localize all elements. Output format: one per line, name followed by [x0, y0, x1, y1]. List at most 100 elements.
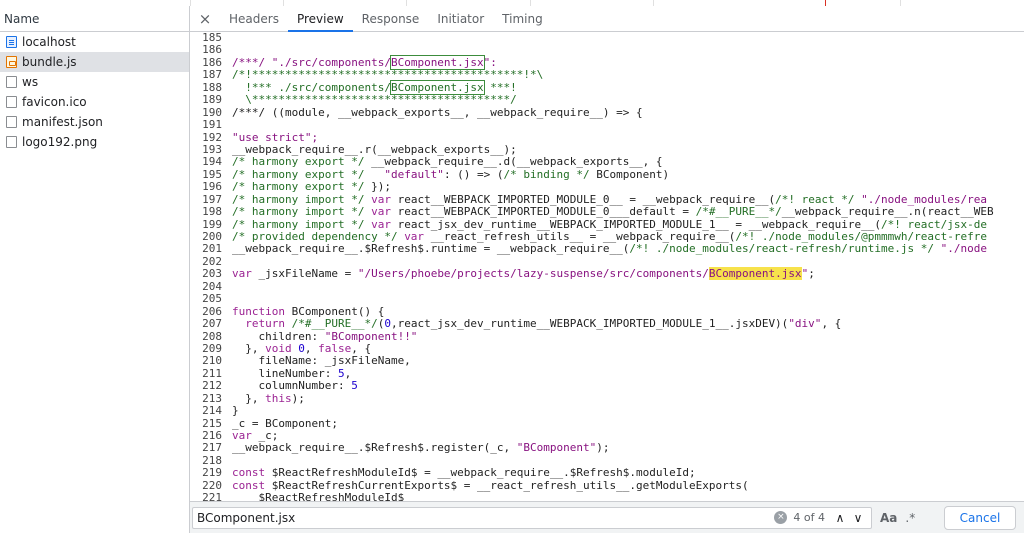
code-line: 213 }, this); [190, 391, 1024, 405]
tab-headers[interactable]: Headers [220, 6, 288, 31]
code-token: 5 [337, 366, 345, 380]
line-number: 203 [202, 267, 222, 281]
code-token: "./node_modules/rea [854, 192, 988, 206]
line-number: 221 [202, 491, 222, 501]
file-icon [6, 96, 17, 108]
line-number: 214 [202, 404, 222, 418]
code-token: __webpack_require__.r(__webpack_exports_… [232, 142, 517, 156]
code-token: children: [232, 329, 325, 343]
code-token: var [232, 429, 259, 442]
code-token: } [232, 404, 239, 418]
request-row[interactable]: ws [0, 72, 189, 92]
cancel-button[interactable]: Cancel [944, 505, 1016, 530]
code-token: }, [232, 341, 266, 355]
code-token: , { [351, 341, 372, 355]
file-icon [6, 76, 17, 88]
code-token: /*! react/jsx-de [881, 217, 987, 231]
line-number: 189 [202, 93, 222, 107]
code-token: var [404, 230, 431, 243]
code-token: this [265, 391, 292, 405]
line-number: 205 [202, 292, 222, 306]
line-number: 217 [202, 441, 222, 455]
line-number: 194 [202, 155, 222, 169]
code-token: lineNumber: [232, 366, 338, 380]
close-icon[interactable]: × [190, 6, 220, 31]
request-name: favicon.ico [22, 95, 87, 109]
code-token: var [232, 267, 259, 281]
code-token: 5 [351, 379, 358, 393]
regex-toggle[interactable]: .* [905, 511, 915, 525]
request-list-panel: Name localhost bundle.js ws favicon.ico mani… [0, 6, 190, 533]
match-case-toggle[interactable]: Aa [880, 511, 897, 525]
search-input[interactable] [197, 510, 775, 525]
code-token: react_jsx_dev_runtime__WEBPACK_IMPORTED_… [397, 217, 882, 231]
code-token: "./node [934, 242, 987, 256]
code-token: /* provided dependency */ [232, 230, 405, 243]
code-token: "div" [788, 317, 822, 331]
code-line: 201 __webpack_require__.$Refresh$.runtime… [190, 242, 1024, 256]
line-source: }, this); [232, 391, 305, 405]
code-token: var [371, 205, 398, 219]
code-token: ": [483, 55, 497, 69]
code-token: "default" [384, 167, 444, 181]
code-token: ,react_jsx_dev_runtime__WEBPACK_IMPORTED… [390, 317, 789, 331]
code-token: __webpack_require__.$Refresh$.runtime = … [232, 242, 630, 256]
code-token: const [232, 466, 272, 480]
code-token: /* harmony export */ [232, 155, 372, 169]
line-number: 191 [202, 118, 222, 132]
code-token: ); [291, 391, 305, 405]
tab-response[interactable]: Response [353, 6, 429, 31]
code-line: 215 _c = BComponent; [190, 417, 1024, 430]
request-name: ws [22, 75, 39, 89]
clear-search-icon[interactable]: × [774, 511, 788, 524]
code-token: /*! react */ [775, 192, 855, 206]
code-token: , { [821, 317, 842, 331]
request-name: manifest.json [22, 115, 103, 129]
code-token: 0 [298, 341, 305, 355]
previous-match-button[interactable]: ∧ [831, 509, 849, 527]
line-number: 201 [202, 242, 222, 256]
preview-code-view[interactable]: 185 186 186/***/ "./src/components/BCompon… [190, 32, 1024, 501]
code-line: 204 [190, 280, 1024, 293]
request-row[interactable]: localhost [0, 32, 189, 52]
code-token: /* harmony import */ [232, 217, 372, 231]
request-row[interactable]: manifest.json [0, 112, 189, 132]
code-token: /* binding */ [503, 167, 590, 181]
search-match: BComponent.jsx [389, 79, 485, 95]
code-token: __react_refresh_utils__ = __webpack_requ… [430, 230, 736, 243]
code-token: "BComponent" [516, 441, 597, 455]
code-token: , [344, 366, 352, 380]
next-match-button[interactable]: ∨ [849, 509, 867, 527]
tab-timing[interactable]: Timing [493, 6, 552, 31]
file-icon [6, 116, 17, 128]
code-token: _c; [258, 429, 279, 442]
tab-initiator[interactable]: Initiator [428, 6, 493, 31]
tab-preview[interactable]: Preview [287, 6, 353, 32]
code-token: false [318, 341, 352, 355]
line-number: 210 [202, 354, 222, 368]
file-icon [6, 136, 17, 148]
code-token: : () => ( [443, 167, 504, 181]
tab-row: Headers Preview Response Initiator Timing [220, 6, 552, 32]
code-token: /***/ ((module, __webpack_exports__, __w… [232, 105, 643, 119]
line-source: __webpack_require__.$Refresh$.register(_… [232, 442, 610, 454]
name-column-header[interactable]: Name [0, 6, 189, 32]
code-line: 217 __webpack_require__.$Refresh$.registe… [190, 441, 1024, 455]
code-token: $ReactRefreshCurrentExports$ = __react_r… [271, 478, 749, 492]
code-token: 0 [384, 317, 391, 331]
search-box: × 4 of 4 ∧ ∨ [192, 506, 872, 529]
request-name: logo192.png [22, 135, 98, 149]
code-token: return [245, 317, 292, 331]
code-token: __webpack_require__.$Refresh$.register(_… [232, 441, 517, 455]
script-icon [6, 56, 17, 68]
request-name: localhost [22, 35, 76, 49]
code-line: 190/***/ ((module, __webpack_exports__, … [190, 105, 1024, 119]
request-row[interactable]: favicon.ico [0, 92, 189, 112]
request-row[interactable]: logo192.png [0, 132, 189, 152]
code-token: fileName: _jsxFileName, [232, 354, 411, 368]
code-token: ; [808, 267, 815, 281]
code-token: /*#__PURE__*/ [695, 205, 782, 219]
request-row[interactable]: bundle.js [0, 52, 189, 72]
code-token: "/Users/phoebe/projects/lazy-suspense/sr… [357, 267, 709, 281]
code-line: 221 $ReactRefreshModuleId$ [190, 491, 1024, 501]
